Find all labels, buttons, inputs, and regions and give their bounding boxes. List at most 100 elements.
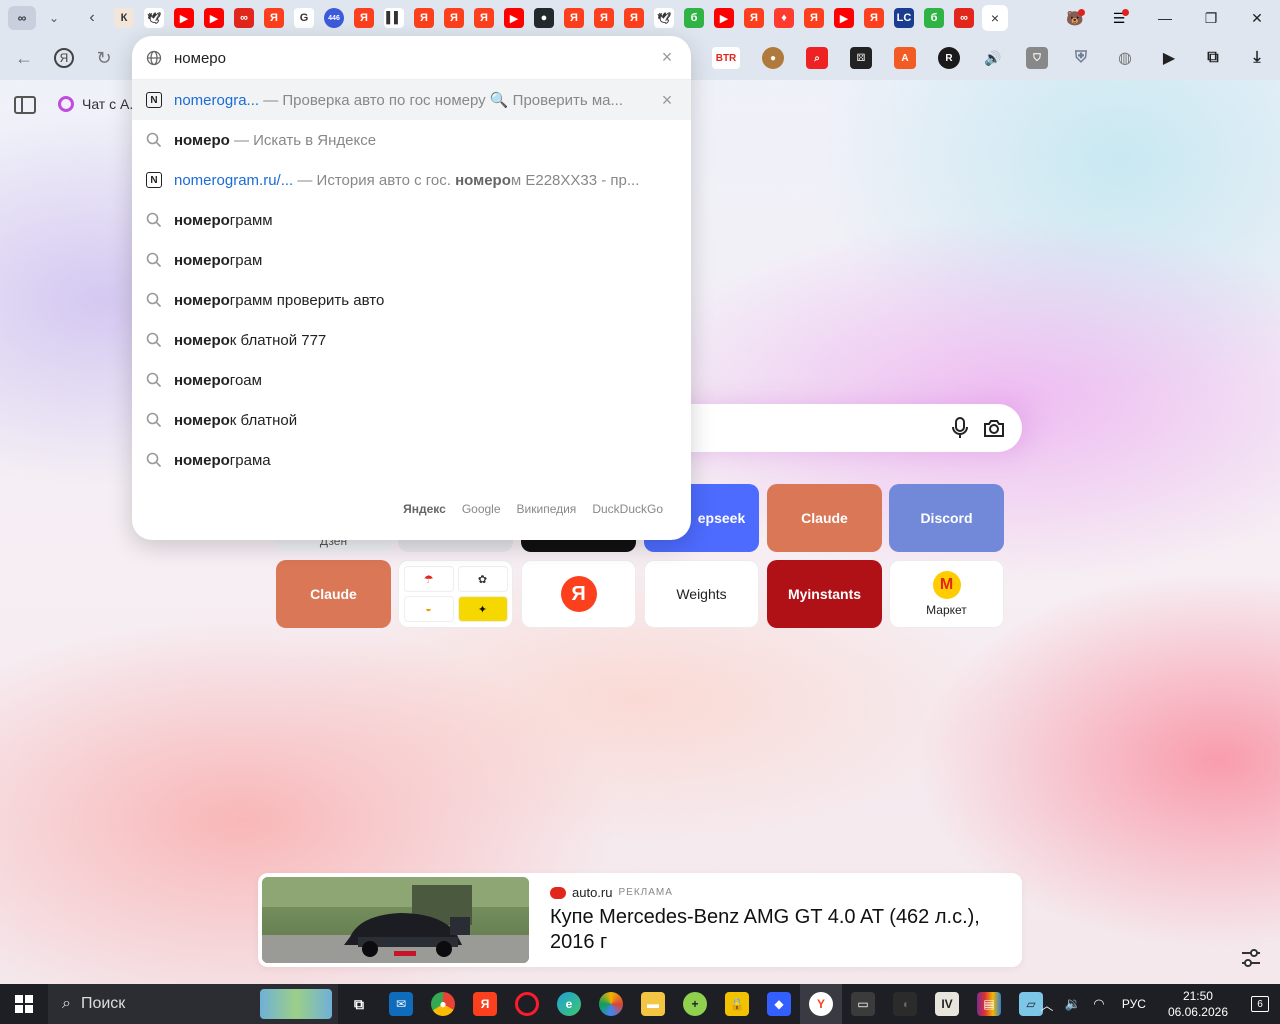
- suggest-item-search[interactable]: номеро грам: [132, 240, 691, 280]
- suggest-item-search[interactable]: номеро гоам: [132, 360, 691, 400]
- green-icon[interactable]: б: [924, 8, 944, 28]
- camera-search-icon[interactable]: [982, 416, 1006, 440]
- google-icon[interactable]: G: [294, 8, 314, 28]
- suggest-item-site[interactable]: N nomerogram.ru/... — История авто с гос…: [132, 160, 691, 200]
- taskbar-app-photos[interactable]: [590, 984, 632, 1024]
- tile-weights[interactable]: Weights: [644, 560, 759, 628]
- address-input[interactable]: [174, 46, 654, 70]
- yandex-icon[interactable]: Я: [864, 8, 884, 28]
- pdf-extension-icon[interactable]: A: [894, 47, 916, 69]
- remove-suggestion-icon[interactable]: ×: [658, 91, 676, 109]
- tile-yandex[interactable]: Я: [521, 560, 636, 628]
- yandex-icon[interactable]: Я: [414, 8, 434, 28]
- taskbar-app-plus[interactable]: +: [674, 984, 716, 1024]
- yandex-icon[interactable]: Я: [564, 8, 584, 28]
- shield-outline-extension-icon[interactable]: ⛨: [1070, 47, 1092, 69]
- maximize-button[interactable]: ❐: [1188, 0, 1234, 36]
- yandex-icon[interactable]: Я: [264, 8, 284, 28]
- bird-icon[interactable]: 🕊: [654, 8, 674, 28]
- tile-market[interactable]: M Маркет: [889, 560, 1004, 628]
- tile-myinstants[interactable]: Myinstants: [767, 560, 882, 628]
- yandex-icon[interactable]: Я: [594, 8, 614, 28]
- taskbar-app-chrome[interactable]: ●: [422, 984, 464, 1024]
- cookie-extension-icon[interactable]: ●: [762, 47, 784, 69]
- yandex-icon[interactable]: Я: [354, 8, 374, 28]
- suggest-item-search[interactable]: номеро — Искать в Яндексе: [132, 120, 691, 160]
- youtube-icon[interactable]: ▶: [174, 8, 194, 28]
- suggest-item-search[interactable]: номеро грамм проверить авто: [132, 280, 691, 320]
- yandex-icon[interactable]: Я: [474, 8, 494, 28]
- taskbar-app-opera[interactable]: [506, 984, 548, 1024]
- suggest-item-search[interactable]: номеро грама: [132, 440, 691, 480]
- engine-wikipedia[interactable]: Википедия: [517, 502, 577, 516]
- tab-list-dropdown[interactable]: ⌄: [42, 6, 66, 30]
- badge-icon[interactable]: 446: [324, 8, 344, 28]
- youtube-icon[interactable]: ▶: [204, 8, 224, 28]
- profile-avatar[interactable]: 🐻: [1062, 5, 1088, 31]
- taskbar-app-yandex-browser[interactable]: Y: [800, 984, 842, 1024]
- autoru-icon[interactable]: ∞: [234, 8, 254, 28]
- taskbar-app-edge[interactable]: e: [548, 984, 590, 1024]
- main-search-bar[interactable]: [640, 404, 1022, 452]
- yandex-icon[interactable]: Я: [744, 8, 764, 28]
- close-window-button[interactable]: ✕: [1234, 0, 1280, 36]
- green-icon[interactable]: б: [684, 8, 704, 28]
- yandex-home-button[interactable]: Я: [48, 42, 80, 74]
- kitten-icon[interactable]: К: [114, 8, 134, 28]
- ad-card[interactable]: auto.ru РЕКЛАМА Купе Mercedes-Benz AMG G…: [258, 873, 1022, 967]
- volume-icon[interactable]: 🔉: [1060, 996, 1086, 1012]
- autoru-icon[interactable]: ∞: [954, 8, 974, 28]
- clock[interactable]: 21:50 06.06.2026: [1168, 988, 1228, 1020]
- globe-extension-icon[interactable]: ◍: [1114, 47, 1136, 69]
- r-extension-icon[interactable]: R: [938, 47, 960, 69]
- taskview-button[interactable]: ⧉: [338, 984, 380, 1024]
- btr-extension-icon[interactable]: BTR: [712, 47, 740, 69]
- tile-claude-2[interactable]: Claude: [276, 560, 391, 628]
- language-indicator[interactable]: РУС: [1122, 997, 1146, 1011]
- yandex-icon[interactable]: Я: [804, 8, 824, 28]
- video-extension-icon[interactable]: ▶: [1158, 47, 1180, 69]
- shield-extension-icon[interactable]: ⛉: [1026, 47, 1048, 69]
- tab-scroll-back[interactable]: ‹: [80, 6, 104, 30]
- youtube-icon[interactable]: ▶: [714, 8, 734, 28]
- bird-icon[interactable]: 🕊: [144, 8, 164, 28]
- tab-group-button[interactable]: ∞: [8, 6, 36, 30]
- back-button[interactable]: ←: [8, 42, 40, 74]
- yandex-icon[interactable]: Я: [624, 8, 644, 28]
- youtube-icon[interactable]: ▶: [834, 8, 854, 28]
- download-icon[interactable]: ⤓: [1246, 47, 1268, 69]
- tile-folder[interactable]: ☂ ✿ ◒ ✦: [398, 560, 513, 628]
- suggest-item-search[interactable]: номеро грамм: [132, 200, 691, 240]
- taskbar-app-explorer[interactable]: ▬: [632, 984, 674, 1024]
- page-settings-icon[interactable]: [1240, 947, 1262, 969]
- taskbar-app-yandex[interactable]: Я: [464, 984, 506, 1024]
- yandex-icon[interactable]: Я: [444, 8, 464, 28]
- dice-extension-icon[interactable]: ⚄: [850, 47, 872, 69]
- youtube-icon[interactable]: ▶: [504, 8, 524, 28]
- github-icon[interactable]: ●: [534, 8, 554, 28]
- suggest-item-site[interactable]: N nomerogra... — Проверка авто по гос но…: [132, 80, 691, 120]
- chevron-up-icon[interactable]: ︿: [1034, 995, 1060, 1014]
- sidebar-toggle-icon[interactable]: [14, 96, 36, 114]
- close-icon[interactable]: ×: [991, 10, 999, 26]
- taskbar-search[interactable]: ⌕ Поиск: [48, 984, 338, 1024]
- microphone-icon[interactable]: [948, 416, 972, 440]
- engine-google[interactable]: Google: [462, 502, 501, 516]
- puzzle-extension-icon[interactable]: ⧉: [1202, 47, 1224, 69]
- taskbar-app-winrar[interactable]: ▤: [968, 984, 1010, 1024]
- taskbar-app-terminal[interactable]: ▭: [842, 984, 884, 1024]
- lc-icon[interactable]: LC: [894, 8, 914, 28]
- tile-discord[interactable]: Discord: [889, 484, 1004, 552]
- taskbar-app-lock[interactable]: 🔒: [716, 984, 758, 1024]
- minimize-button[interactable]: —: [1142, 0, 1188, 36]
- reload-button[interactable]: ↻: [88, 42, 120, 74]
- search-extension-icon[interactable]: ⌕: [806, 47, 828, 69]
- clear-address-icon[interactable]: ×: [658, 48, 676, 66]
- taskbar-app-roblox[interactable]: ◆: [758, 984, 800, 1024]
- alice-chat-tab[interactable]: Чат с А...: [58, 96, 141, 112]
- suggest-item-search[interactable]: номеро к блатной: [132, 400, 691, 440]
- fire-icon[interactable]: ♦: [774, 8, 794, 28]
- engine-duckduckgo[interactable]: DuckDuckGo: [592, 502, 663, 516]
- start-button[interactable]: [0, 984, 48, 1024]
- browser-menu-button[interactable]: ☰: [1106, 5, 1132, 31]
